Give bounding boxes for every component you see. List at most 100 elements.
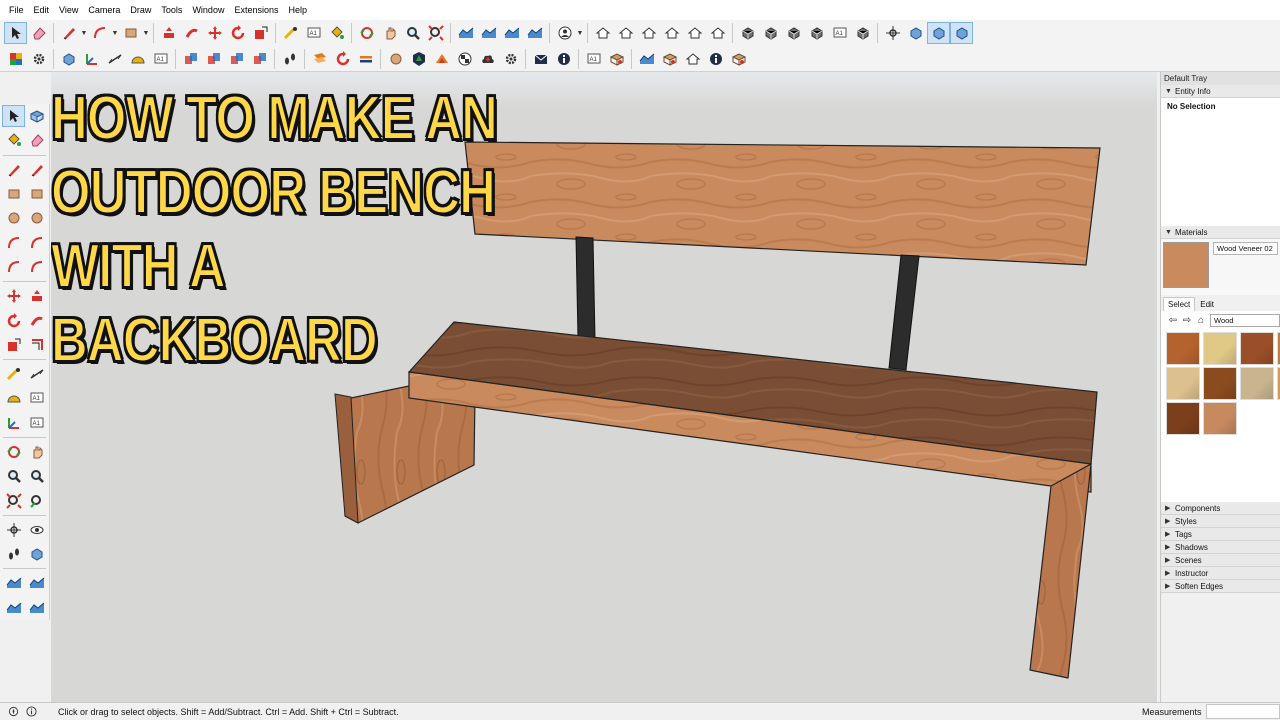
zoom-tool[interactable]: [2, 465, 25, 487]
walk-tool[interactable]: [2, 543, 25, 565]
right-leg[interactable]: [1029, 462, 1092, 679]
menu-window[interactable]: Window: [187, 5, 229, 15]
menu-help[interactable]: Help: [283, 5, 312, 15]
protractor-button[interactable]: [126, 48, 149, 70]
sandbox-button[interactable]: [454, 22, 477, 44]
pencil-line-tool[interactable]: [2, 159, 25, 181]
position-camera-tool[interactable]: [2, 519, 25, 541]
current-material-swatch[interactable]: [1163, 242, 1209, 288]
back-view-button[interactable]: [683, 22, 706, 44]
axes-button[interactable]: [80, 48, 103, 70]
textured-style-button[interactable]: A1: [828, 22, 851, 44]
smoove-tool[interactable]: [25, 572, 48, 594]
eraser-button[interactable]: [27, 22, 50, 44]
orbit-tool[interactable]: [2, 441, 25, 463]
component-tool[interactable]: [25, 105, 48, 127]
material-swatch[interactable]: [1203, 367, 1237, 400]
info-button[interactable]: [552, 48, 575, 70]
dimension-button[interactable]: [103, 48, 126, 70]
follow-me-button[interactable]: [180, 22, 203, 44]
drape-tool[interactable]: [25, 597, 48, 619]
iso-view-button[interactable]: [591, 22, 614, 44]
rectangle-button[interactable]: [119, 22, 142, 44]
display-section-button[interactable]: [927, 22, 950, 44]
stamp-button[interactable]: [523, 22, 546, 44]
xray-style-button[interactable]: [736, 22, 759, 44]
material-collection-select[interactable]: Wood: [1210, 313, 1280, 327]
materials-header[interactable]: ▼ Materials: [1161, 226, 1280, 239]
3d-text-button[interactable]: A1: [149, 48, 172, 70]
dropdown-arrow-icon[interactable]: ▼: [111, 22, 119, 44]
user-account-button[interactable]: [553, 22, 576, 44]
paint-bucket-button[interactable]: [325, 22, 348, 44]
menu-tools[interactable]: Tools: [156, 5, 187, 15]
3d-text-tool[interactable]: A1: [25, 412, 48, 434]
section-plane-button[interactable]: [904, 22, 927, 44]
material-swatch[interactable]: [1166, 402, 1200, 435]
pan-tool[interactable]: [25, 441, 48, 463]
dropdown-arrow-icon[interactable]: ▼: [576, 22, 584, 44]
tab-select[interactable]: Select: [1163, 297, 1196, 311]
position-camera-button[interactable]: [881, 22, 904, 44]
back-arrow-icon[interactable]: ⇦: [1166, 315, 1180, 326]
add-photo-texture-button[interactable]: A1: [582, 48, 605, 70]
scale-tool[interactable]: [2, 334, 25, 356]
tape-measure-button[interactable]: [279, 22, 302, 44]
two-point-arc-tool[interactable]: [25, 232, 48, 254]
forward-arrow-icon[interactable]: ⇨: [1180, 315, 1194, 326]
3d-warehouse-button[interactable]: [430, 48, 453, 70]
settings-gear-button[interactable]: [27, 48, 50, 70]
panel-header-tags[interactable]: ▶ Tags: [1161, 528, 1280, 541]
left-leg-front[interactable]: [344, 385, 476, 524]
previous-view-tool[interactable]: [25, 490, 48, 512]
look-around-tool[interactable]: [25, 519, 48, 541]
right-view-button[interactable]: [660, 22, 683, 44]
dropdown-arrow-icon[interactable]: ▼: [80, 22, 88, 44]
support-post-left[interactable]: [575, 236, 596, 341]
zoom-window-tool[interactable]: [25, 465, 48, 487]
geo-location-icon[interactable]: [6, 705, 20, 719]
protractor-tool[interactable]: [2, 387, 25, 409]
polygon-tool[interactable]: [25, 207, 48, 229]
menu-draw[interactable]: Draw: [125, 5, 156, 15]
rotate-tool[interactable]: [2, 310, 25, 332]
hidden-line-style-button[interactable]: [782, 22, 805, 44]
panel-header-soften-edges[interactable]: ▶ Soften Edges: [1161, 580, 1280, 593]
stamp-tool[interactable]: [2, 597, 25, 619]
select-tool[interactable]: [2, 105, 25, 128]
checker-button[interactable]: [453, 48, 476, 70]
move-button[interactable]: [203, 22, 226, 44]
panel-header-scenes[interactable]: ▶ Scenes: [1161, 554, 1280, 567]
material-swatch[interactable]: [1240, 367, 1274, 400]
orbit-button[interactable]: [355, 22, 378, 44]
material-swatch[interactable]: [1203, 402, 1237, 435]
home-icon[interactable]: ⌂: [1194, 315, 1208, 326]
sandbox-from-scratch-button[interactable]: [477, 22, 500, 44]
backboard[interactable]: [464, 141, 1101, 266]
pencil-line-button[interactable]: [57, 22, 80, 44]
menu-file[interactable]: File: [4, 5, 29, 15]
cloud-upload-button[interactable]: [476, 48, 499, 70]
paint-bucket-tool[interactable]: [2, 129, 25, 151]
material-swatch[interactable]: [1240, 332, 1274, 365]
dimension-tool[interactable]: [25, 363, 48, 385]
monochrome-style-button[interactable]: [851, 22, 874, 44]
material-name-field[interactable]: Wood Veneer 02: [1213, 242, 1278, 255]
tape-measure-tool[interactable]: [2, 363, 25, 385]
push-pull-button[interactable]: [157, 22, 180, 44]
axes-tool[interactable]: [2, 412, 25, 434]
zoom-extents-button[interactable]: [424, 22, 447, 44]
arc-tool[interactable]: [2, 232, 25, 254]
offset-tool[interactable]: [25, 334, 48, 356]
follow-me-tool[interactable]: [25, 310, 48, 332]
pie-tool[interactable]: [25, 256, 48, 278]
menu-extensions[interactable]: Extensions: [229, 5, 283, 15]
solid-union-button[interactable]: [179, 48, 202, 70]
text-tool[interactable]: A1: [25, 387, 48, 409]
photo-match-button[interactable]: [605, 48, 628, 70]
push-pull-tool[interactable]: [25, 285, 48, 307]
shaded-style-button[interactable]: [805, 22, 828, 44]
menu-camera[interactable]: Camera: [83, 5, 125, 15]
zoom-extents-tool[interactable]: [2, 490, 25, 512]
add-location-button[interactable]: [354, 48, 377, 70]
